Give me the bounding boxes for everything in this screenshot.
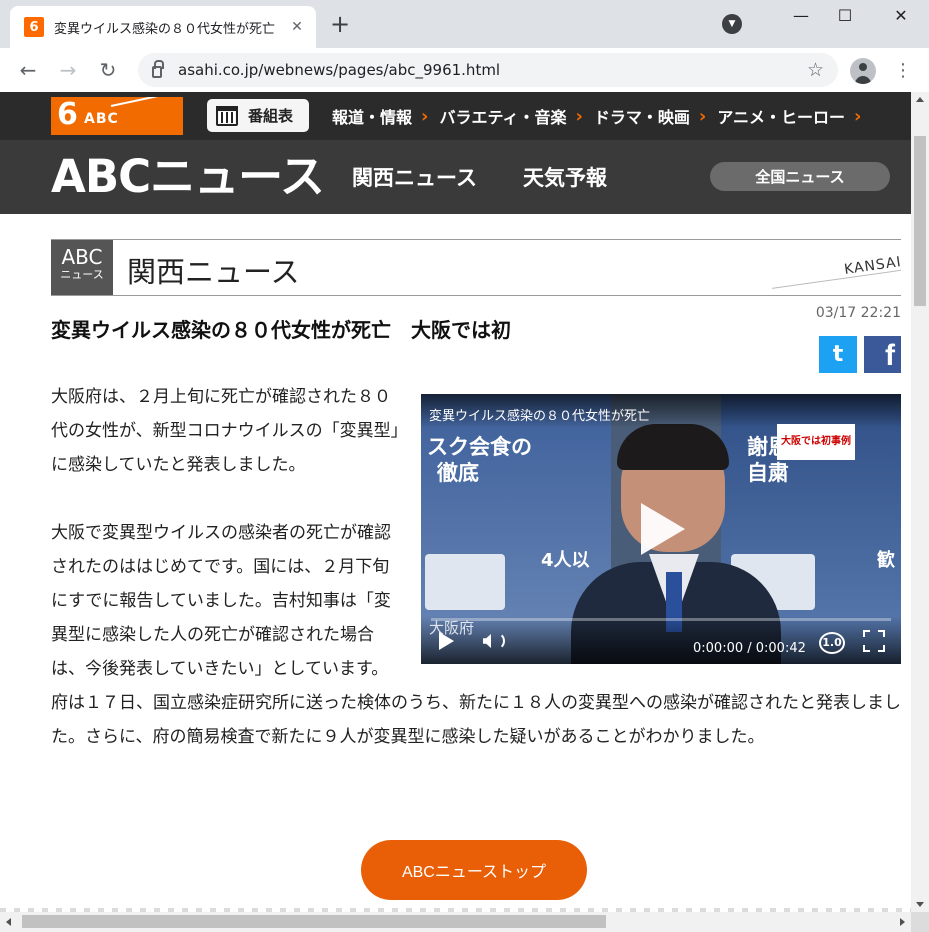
twitter-share-icon[interactable]: t xyxy=(819,336,857,373)
abc-favicon-icon: 6 xyxy=(24,17,44,37)
video-panel-text: 4人以 xyxy=(541,550,590,571)
abc-news-badge: ABC ニュース xyxy=(51,240,113,295)
scroll-left-arrow-icon[interactable] xyxy=(6,918,11,926)
scrollbar-corner xyxy=(911,912,929,932)
video-player[interactable]: スク会食の 徹底 謝恩会など 自粛 4人以 歓 変異ウイルス感染の８０代女性が死… xyxy=(421,394,901,664)
browser-tab[interactable]: 6 変異ウイルス感染の８０代女性が死亡 ✕ xyxy=(10,6,316,48)
horizontal-scrollbar[interactable] xyxy=(0,912,911,932)
article-body: スク会食の 徹底 謝恩会など 自粛 4人以 歓 変異ウイルス感染の８０代女性が死… xyxy=(51,380,901,754)
abc-news-top-button[interactable]: ABCニューストップ xyxy=(361,840,587,900)
news-subheader: ABCニュース 関西ニュース 天気予報 全国ニュース xyxy=(0,140,911,214)
address-bar[interactable]: asahi.co.jp/webnews/pages/abc_9961.html … xyxy=(138,53,838,87)
calendar-icon xyxy=(216,105,238,126)
back-arrow-icon[interactable]: ← xyxy=(14,56,42,84)
article-headline: 変異ウイルス感染の８０代女性が死亡 大阪では初 xyxy=(51,318,511,342)
abc-news-logo[interactable]: ABCニュース xyxy=(51,150,325,204)
vertical-scrollbar[interactable] xyxy=(911,92,929,912)
section-title: 関西ニュース xyxy=(127,255,300,289)
logo-number: 6 xyxy=(57,97,78,132)
video-title: 変異ウイルス感染の８０代女性が死亡 xyxy=(421,394,901,428)
chevron-right-icon: › xyxy=(698,105,707,127)
big-play-icon[interactable] xyxy=(641,503,685,555)
kansai-news-link[interactable]: 関西ニュース xyxy=(352,162,477,192)
abc6-logo[interactable]: 6 ABC xyxy=(51,97,183,135)
url-text: asahi.co.jp/webnews/pages/abc_9961.html xyxy=(178,61,501,79)
tab-search-icon[interactable]: ▼ xyxy=(722,14,742,34)
scroll-right-arrow-icon[interactable] xyxy=(900,918,905,926)
logo-swoosh xyxy=(110,97,183,107)
video-progress-bar[interactable] xyxy=(431,618,891,621)
tab-title: 変異ウイルス感染の８０代女性が死亡 xyxy=(54,21,276,37)
video-panel-text: 歓 xyxy=(877,550,895,571)
facebook-share-icon[interactable]: f xyxy=(864,336,901,373)
menu-kebab-icon[interactable]: ⋮ xyxy=(893,56,913,84)
top-nav-variety[interactable]: バラエティ・音楽 xyxy=(439,104,566,128)
bookmark-star-icon[interactable]: ☆ xyxy=(807,59,824,81)
site-top-nav: 6 ABC 番組表 報道・情報 › バラエティ・音楽 › ドラマ・映画 › アニ… xyxy=(0,92,911,140)
scroll-down-arrow-icon[interactable] xyxy=(916,902,924,907)
video-time: 0:00:00 / 0:00:42 xyxy=(693,641,806,656)
top-nav-anime[interactable]: アニメ・ヒーロー xyxy=(717,104,845,128)
weather-link[interactable]: 天気予報 xyxy=(523,162,607,192)
video-panel-text: 徹底 xyxy=(437,461,479,485)
top-nav-news[interactable]: 報道・情報 xyxy=(332,104,412,128)
chevron-right-icon: › xyxy=(854,105,862,127)
badge-line1: ABC xyxy=(61,245,103,269)
lock-icon xyxy=(152,60,164,78)
program-guide-button[interactable]: 番組表 xyxy=(207,99,309,132)
article-timestamp: 03/17 22:21 xyxy=(815,305,901,321)
osaka-emblem-box xyxy=(425,554,505,610)
vertical-scroll-thumb[interactable] xyxy=(914,136,926,306)
tab-bar: 6 変異ウイルス感染の８０代女性が死亡 ✕ + ▼ — ☐ ✕ xyxy=(0,0,929,48)
badge-line2: ニュース xyxy=(60,268,104,281)
page-viewport: 6 ABC 番組表 報道・情報 › バラエティ・音楽 › ドラマ・映画 › アニ… xyxy=(0,92,911,912)
top-nav-items: 報道・情報 › バラエティ・音楽 › ドラマ・映画 › アニメ・ヒーロー › xyxy=(332,92,872,140)
scroll-up-arrow-icon[interactable] xyxy=(916,97,924,102)
national-news-button[interactable]: 全国ニュース xyxy=(710,162,890,191)
maximize-icon[interactable]: ☐ xyxy=(820,0,870,30)
horizontal-scroll-thumb[interactable] xyxy=(22,915,606,928)
minimize-icon[interactable]: — xyxy=(776,0,826,30)
forward-arrow-icon[interactable]: → xyxy=(54,56,82,84)
program-guide-label: 番組表 xyxy=(248,107,294,125)
playback-speed-icon[interactable]: 1.0 xyxy=(819,632,845,654)
profile-avatar-icon[interactable] xyxy=(850,58,876,84)
play-icon[interactable] xyxy=(439,632,454,650)
browser-toolbar: ← → ↻ asahi.co.jp/webnews/pages/abc_9961… xyxy=(0,48,929,92)
video-wrapper: スク会食の 徹底 謝恩会など 自粛 4人以 歓 変異ウイルス感染の８０代女性が死… xyxy=(421,394,901,664)
chevron-right-icon: › xyxy=(421,105,429,127)
window-close-icon[interactable]: ✕ xyxy=(876,0,926,30)
close-icon[interactable]: ✕ xyxy=(288,19,306,35)
logo-text: ABC xyxy=(84,111,119,127)
fullscreen-icon[interactable] xyxy=(863,630,885,652)
chevron-right-icon: › xyxy=(575,105,583,127)
reload-icon[interactable]: ↻ xyxy=(94,56,122,84)
video-telop-caption: 大阪では初事例 xyxy=(777,424,855,460)
new-tab-plus-icon[interactable]: + xyxy=(326,10,354,38)
top-nav-drama[interactable]: ドラマ・映画 xyxy=(594,104,690,128)
section-banner: ABC ニュース 関西ニュース KANSAI xyxy=(51,239,901,296)
